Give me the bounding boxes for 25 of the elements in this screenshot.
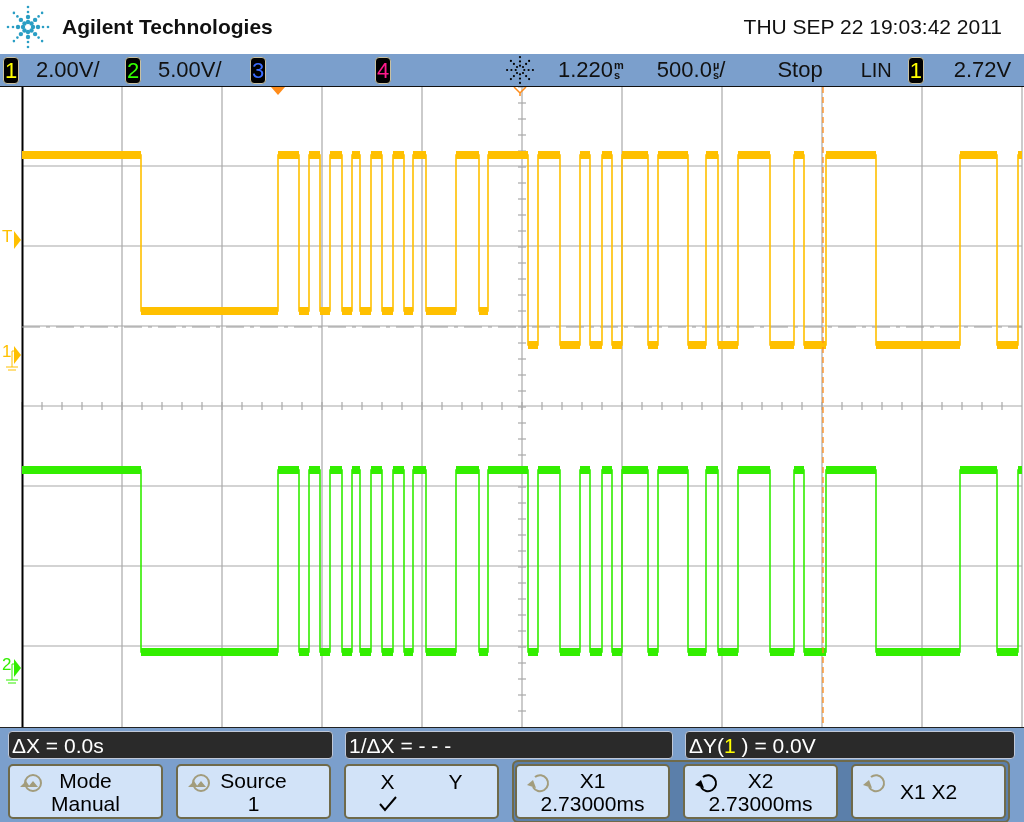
trigger-mode: LIN bbox=[860, 58, 892, 82]
channel-scale: 5.00V/ bbox=[158, 57, 222, 83]
channel-badge: 2 bbox=[125, 56, 141, 84]
trigger-level: 2.72V bbox=[953, 57, 1012, 83]
softkey-button[interactable]: Source 1 bbox=[176, 764, 331, 819]
softkey-button[interactable]: X1 X2 bbox=[851, 764, 1006, 819]
measurement-readout: 1/ΔX = - - - bbox=[345, 731, 673, 759]
channel-scale: 2.00V/ bbox=[36, 57, 100, 83]
time-reference-icon bbox=[513, 87, 527, 97]
softkey-button[interactable]: X Y bbox=[344, 764, 499, 819]
channel-badge: 1 bbox=[3, 56, 19, 84]
softkey-button[interactable]: X1 2.73000ms bbox=[515, 764, 670, 819]
toggle-option[interactable]: X bbox=[377, 770, 398, 813]
measurement-readout: ΔY(1 ) = 0.0V bbox=[685, 731, 1015, 759]
toggle-option[interactable]: Y bbox=[445, 770, 466, 813]
trigger-source-badge: 1 bbox=[907, 56, 924, 84]
run-state: Stop bbox=[777, 57, 823, 83]
channel-badge: 4 bbox=[375, 56, 391, 84]
softkey-button[interactable]: X2 2.73000ms bbox=[683, 764, 838, 819]
brand-name: Agilent Technologies bbox=[62, 15, 273, 39]
softkey-button[interactable]: Mode Manual bbox=[8, 764, 163, 819]
measurement-readout: ΔX = 0.0s bbox=[8, 731, 333, 759]
date-time: THU SEP 22 19:03:42 2011 bbox=[743, 15, 1002, 39]
starburst-logo-icon bbox=[4, 3, 52, 51]
channel-badge: 3 bbox=[250, 56, 266, 84]
